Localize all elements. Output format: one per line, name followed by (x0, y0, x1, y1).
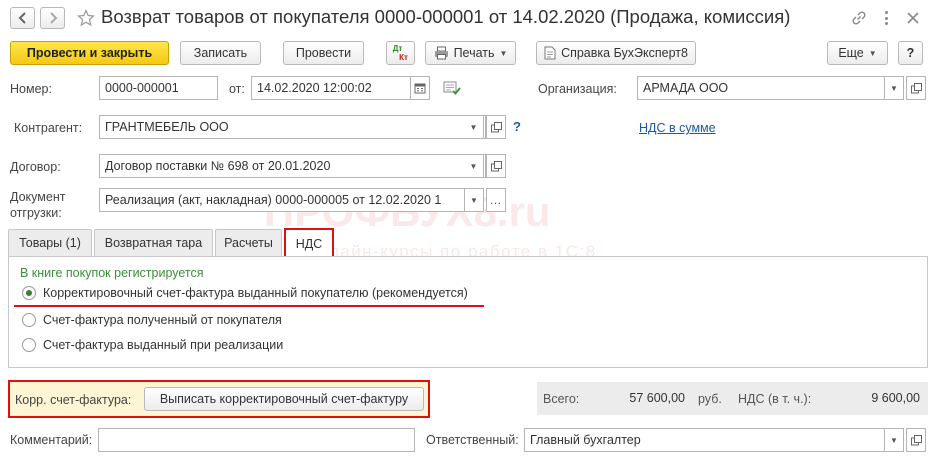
open-form-icon (910, 82, 922, 93)
contract-field[interactable]: Договор поставки № 698 от 20.01.2020 (99, 154, 486, 178)
radio-label: Счет-фактура выданный при реализации (43, 338, 284, 352)
link-icon[interactable] (850, 9, 868, 27)
vat-in-sum-link[interactable]: НДС в сумме (639, 121, 716, 135)
comment-label: Комментарий: (10, 433, 93, 447)
number-label: Номер: (10, 82, 52, 96)
tab-settlements[interactable]: Расчеты (215, 229, 282, 256)
save-button[interactable]: Записать (180, 41, 261, 65)
radio-label: Корректировочный счет-фактура выданный п… (43, 286, 468, 300)
page-icon (544, 46, 556, 60)
kebab-icon[interactable] (879, 9, 893, 27)
responsible-label: Ответственный: (426, 433, 519, 447)
chevron-down-icon: ▼ (890, 83, 898, 93)
help-buhexpert-button[interactable]: Справка БухЭксперт8 (536, 41, 696, 65)
counterparty-dropdown-button[interactable]: ▼ (464, 115, 484, 139)
organization-field[interactable]: АРМАДА ООО (637, 76, 885, 100)
chevron-down-icon: ▼ (469, 122, 478, 132)
contract-dropdown-button[interactable]: ▼ (464, 154, 484, 178)
date-field[interactable]: 14.02.2020 12:00:02 (251, 76, 411, 100)
dtkt-icon-bottom: Кт (399, 53, 408, 62)
tab-goods[interactable]: Товары (1) (8, 229, 92, 256)
radio-unselected-icon (22, 338, 36, 352)
shipment-document-field[interactable]: Реализация (акт, накладная) 0000-000005 … (99, 188, 466, 212)
print-button[interactable]: Печать ▼ (425, 41, 516, 65)
organization-open-button[interactable] (906, 76, 926, 100)
contract-open-button[interactable] (486, 154, 506, 178)
counterparty-label: Контрагент: (14, 121, 83, 135)
total-value: 57 600,00 (588, 386, 689, 410)
shipment-label-line1: Документ (10, 190, 66, 204)
contract-label: Договор: (10, 160, 61, 174)
post-button[interactable]: Провести (283, 41, 364, 65)
close-icon[interactable] (904, 9, 922, 27)
counterparty-open-button[interactable] (486, 115, 506, 139)
number-field[interactable]: 0000-000001 (99, 76, 218, 100)
vat-total-value: 9 600,00 (824, 386, 924, 410)
radio-option-correction-invoice-issued[interactable]: Корректировочный счет-фактура выданный п… (22, 286, 468, 300)
more-label: Еще (838, 46, 864, 60)
window-title: Возврат товаров от покупателя 0000-00000… (101, 6, 791, 27)
date-label: от: (229, 82, 245, 96)
dtkt-button[interactable]: Дт Кт (386, 41, 415, 65)
currency-label: руб. (698, 392, 722, 406)
radio-selected-icon (22, 286, 36, 300)
dtkt-icon-top: Дт (392, 44, 403, 53)
vat-total-label: НДС (в т. ч.): (738, 392, 812, 406)
help-question-button[interactable]: ? (898, 41, 923, 65)
document-status-icon[interactable] (443, 80, 461, 96)
chevron-down-icon: ▼ (469, 161, 478, 171)
radio-unselected-icon (22, 313, 36, 327)
shipment-dropdown-button[interactable]: ▼ (464, 188, 484, 212)
radio-label: Счет-фактура полученный от покупателя (43, 313, 282, 327)
printer-icon (434, 46, 448, 60)
forward-button[interactable] (40, 7, 65, 29)
help-buhexpert-label: Справка БухЭксперт8 (561, 46, 688, 60)
dropdown-arrow-icon: ▼ (868, 48, 877, 58)
favorite-star-icon[interactable] (75, 7, 97, 29)
purchase-book-group-title: В книге покупок регистрируется (20, 266, 204, 280)
radio-option-invoice-received[interactable]: Счет-фактура полученный от покупателя (22, 313, 282, 327)
post-and-close-button[interactable]: Провести и закрыть (10, 41, 169, 65)
shipment-label-line2: отгрузки: (10, 206, 62, 220)
organization-label: Организация: (538, 82, 617, 96)
tab-returnable-packaging[interactable]: Возвратная тара (94, 229, 213, 256)
issue-correction-invoice-button[interactable]: Выписать корректировочный счет-фактуру (144, 387, 424, 411)
radio-option-invoice-issued-on-sale[interactable]: Счет-фактура выданный при реализации (22, 338, 283, 352)
open-form-icon (910, 434, 922, 445)
question-icon[interactable]: ? (513, 119, 521, 134)
organization-dropdown-button[interactable]: ▼ (884, 76, 904, 100)
calendar-button[interactable] (410, 76, 430, 100)
open-form-icon (490, 160, 502, 171)
chevron-down-icon: ▼ (890, 435, 898, 445)
shipment-select-button[interactable]: … (486, 188, 506, 212)
tab-vat-highlight (284, 228, 334, 258)
open-form-icon (490, 121, 502, 132)
print-label: Печать (453, 46, 495, 60)
comment-field[interactable] (98, 428, 415, 452)
more-button[interactable]: Еще ▼ (827, 41, 888, 65)
dropdown-arrow-icon: ▼ (499, 48, 508, 58)
correction-invoice-label: Корр. счет-фактура: (15, 393, 132, 407)
responsible-dropdown-button[interactable]: ▼ (884, 428, 904, 452)
counterparty-field[interactable]: ГРАНТМЕБЕЛЬ ООО (99, 115, 486, 139)
highlight-underline (14, 305, 484, 307)
arrow-left-icon (18, 12, 26, 24)
responsible-open-button[interactable] (906, 428, 926, 452)
calendar-icon (414, 83, 426, 94)
back-button[interactable] (10, 7, 35, 29)
arrow-right-icon (49, 12, 57, 24)
total-label: Всего: (543, 392, 580, 406)
chevron-down-icon: ▼ (470, 195, 478, 205)
responsible-field[interactable]: Главный бухгалтер (524, 428, 885, 452)
